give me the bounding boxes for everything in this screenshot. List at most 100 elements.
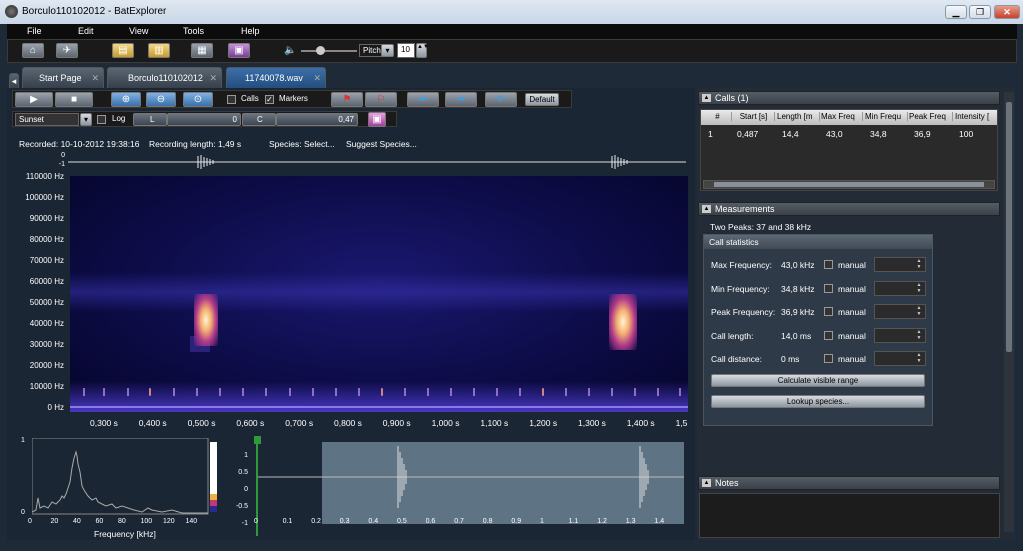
marker-red-icon[interactable]: ⚑ [331, 92, 363, 107]
menu-edit[interactable]: Edit [78, 26, 94, 36]
waveform-x-tick: 0.6 [425, 518, 436, 525]
play-button[interactable]: ▶ [15, 92, 53, 107]
manual-value-stepper[interactable] [874, 257, 926, 272]
stop-button[interactable]: ■ [55, 92, 93, 107]
close-icon[interactable]: ✕ [91, 68, 99, 88]
x-tick-label: 0,400 s [138, 418, 167, 428]
menu-file[interactable]: File [27, 26, 42, 36]
zoom-fit-icon[interactable]: ⊙ [183, 92, 213, 107]
scroll-thumb[interactable] [714, 182, 984, 187]
spectrum-panel: 1 0 0 20 40 60 80 100 120 140 Frequency [kHz] [10, 432, 223, 540]
calls-h-scrollbar[interactable] [703, 180, 995, 189]
home-button[interactable]: ⌂ [22, 43, 44, 58]
calls-checkbox[interactable] [227, 95, 236, 104]
report-button[interactable]: ▣ [228, 43, 250, 58]
x-tick-label: 1,000 s [431, 418, 460, 428]
col-header[interactable]: # [704, 112, 732, 121]
waveform-x-tick: 0.1 [282, 518, 293, 525]
notes-textarea[interactable] [699, 493, 1000, 538]
suggest-species-link[interactable]: Suggest Species... [346, 139, 417, 149]
manual-label: manual [838, 354, 866, 364]
calls-panel-header[interactable]: ▲ Calls (1) [698, 91, 1000, 105]
overview-y-tick: -1 [58, 161, 65, 168]
marker-clear-icon[interactable]: ⚐ [365, 92, 397, 107]
col-header[interactable]: Max Freq [821, 112, 863, 121]
manual-value-stepper[interactable] [874, 327, 926, 343]
app-icon [5, 5, 18, 18]
manual-checkbox[interactable] [824, 307, 833, 316]
palette-select[interactable]: Sunset [15, 113, 79, 126]
speaker-icon[interactable]: 🔈 [284, 45, 296, 56]
col-header[interactable]: Intensity [ [955, 112, 997, 121]
palette-image-icon[interactable]: ▣ [368, 112, 386, 127]
waveform-x-axis: 0 0.1 0.2 0.3 0.4 0.5 0.6 0.7 0.8 0.9 1 1.1 1.2 1.3 1.… [254, 518, 684, 528]
close-icon[interactable]: ✕ [313, 68, 321, 88]
col-header[interactable]: Length [m [777, 112, 820, 121]
manual-label: manual [838, 330, 866, 341]
manual-value-stepper[interactable] [874, 280, 926, 296]
markers-checkbox[interactable]: ✓ [265, 95, 274, 104]
pitch-stepper[interactable]: ▲▼ [416, 43, 429, 58]
tab-start-page[interactable]: Start Page ✕ [22, 67, 104, 88]
manual-value-stepper[interactable] [874, 351, 926, 366]
y-tick-label: 40000 Hz [29, 319, 64, 328]
refresh-icon[interactable]: ⟳ [485, 92, 517, 107]
pitch-dropdown[interactable]: ▾ [381, 44, 394, 57]
log-checkbox[interactable] [97, 115, 106, 124]
spectrum-plot[interactable] [32, 438, 222, 518]
manual-checkbox[interactable] [824, 354, 833, 363]
open-folder-button[interactable]: ▥ [148, 43, 170, 58]
tab-project[interactable]: Borculo110102012 ✕ [107, 67, 222, 88]
right-scrollbar[interactable] [1004, 92, 1014, 532]
manual-checkbox[interactable] [824, 330, 833, 340]
export-button[interactable]: ▦ [191, 43, 213, 58]
l-slider[interactable]: 0 [167, 113, 241, 126]
measurements-panel-header[interactable]: ▲ Measurements [698, 202, 1000, 216]
collapse-icon[interactable]: ▲ [702, 94, 711, 102]
spectrogram-canvas[interactable] [70, 176, 688, 412]
overview-waveform[interactable] [68, 152, 688, 172]
waveform-x-tick: 0.8 [482, 518, 493, 525]
collapse-icon[interactable]: ▲ [702, 479, 711, 487]
col-header[interactable]: Start [s] [733, 112, 775, 121]
menu-help[interactable]: Help [241, 26, 260, 36]
c-slider[interactable]: 0,47 [276, 113, 358, 126]
manual-value-stepper[interactable] [874, 304, 926, 319]
manual-checkbox[interactable] [824, 283, 833, 293]
maximize-button[interactable]: ❐ [969, 5, 991, 19]
measure-value: 43,0 kHz [781, 260, 815, 270]
col-header[interactable]: Min Frequ [865, 112, 908, 121]
species-select-link[interactable]: Species: Select... [269, 139, 335, 149]
arrow-right-icon[interactable]: ➡ [445, 92, 477, 107]
scroll-thumb[interactable] [1006, 102, 1012, 352]
zoom-out-icon[interactable]: ⊖ [146, 92, 176, 107]
close-icon[interactable]: ✕ [209, 68, 217, 88]
default-button[interactable]: Default [525, 93, 559, 106]
y-tick-label: 110000 Hz [25, 172, 64, 181]
volume-slider[interactable] [301, 50, 357, 52]
manual-checkbox[interactable] [824, 260, 833, 269]
pitch-input[interactable]: 10 [397, 43, 415, 58]
waveform-x-tick: 0.4 [368, 518, 379, 525]
tab-menu-button[interactable]: ◂ [9, 73, 19, 88]
collapse-icon[interactable]: ▲ [702, 205, 711, 213]
palette-dropdown[interactable]: ▾ [80, 113, 92, 126]
new-project-button[interactable]: ▤ [112, 43, 134, 58]
arrow-left-icon[interactable]: ⬅ [407, 92, 439, 107]
measurements-title: Measurements [715, 204, 775, 214]
notes-panel-header[interactable]: ▲ Notes [698, 476, 1000, 490]
volume-thumb[interactable] [316, 46, 325, 55]
lookup-species-button[interactable]: Lookup species... [711, 395, 925, 408]
tab-wav-file[interactable]: 11740078.wav ✕ [226, 67, 326, 88]
calculate-visible-range-button[interactable]: Calculate visible range [711, 374, 925, 387]
bat-icon[interactable]: ✈ [56, 43, 78, 58]
close-button[interactable]: ✕ [994, 5, 1020, 19]
menu-view[interactable]: View [129, 26, 148, 36]
minimize-button[interactable]: ▁ [945, 5, 967, 19]
table-row[interactable]: 1 0,487 14,4 43,0 34,8 36,9 100 [701, 126, 997, 140]
cell: 34,8 [870, 129, 887, 139]
col-header[interactable]: Peak Freq [909, 112, 953, 121]
waveform-plot[interactable] [258, 442, 686, 524]
menu-tools[interactable]: Tools [183, 26, 204, 36]
zoom-in-icon[interactable]: ⊕ [111, 92, 141, 107]
